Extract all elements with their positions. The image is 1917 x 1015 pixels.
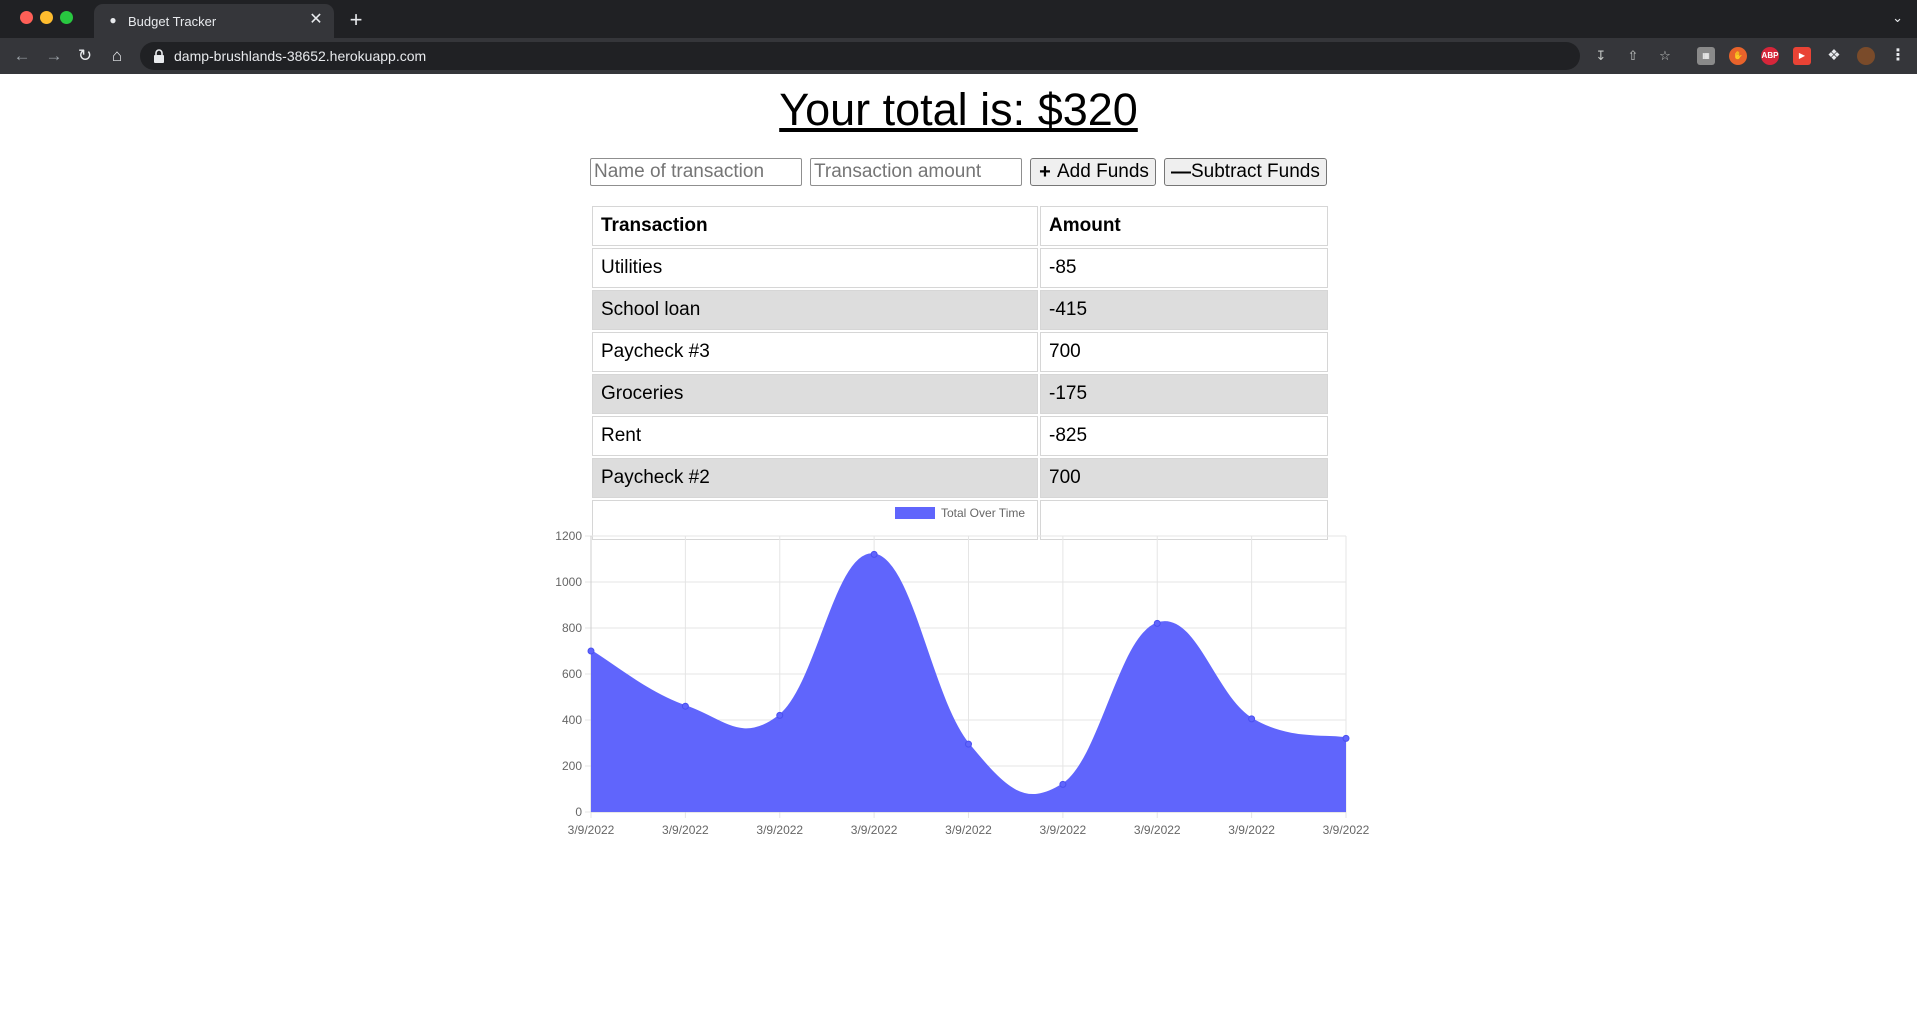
minimize-window-button[interactable] bbox=[40, 11, 53, 24]
transaction-amount-cell: -175 bbox=[1040, 374, 1328, 414]
tab-title: Budget Tracker bbox=[128, 14, 217, 29]
y-tick-label: 400 bbox=[562, 713, 582, 727]
profile-avatar-icon[interactable] bbox=[1857, 47, 1875, 65]
y-tick-label: 0 bbox=[575, 805, 582, 819]
y-tick-label: 600 bbox=[562, 667, 582, 681]
transaction-name-cell: Utilities bbox=[592, 248, 1038, 288]
browser-chrome: ● Budget Tracker ✕ + ⌄ ← → ↻ ⌂ damp-brus… bbox=[0, 0, 1917, 74]
transaction-name-cell: Paycheck #3 bbox=[592, 332, 1038, 372]
add-funds-label: Add Funds bbox=[1057, 161, 1149, 182]
tab-strip: ● Budget Tracker ✕ + ⌄ bbox=[0, 0, 1917, 38]
extension-video-icon[interactable]: ▶ bbox=[1793, 47, 1811, 65]
x-tick-label: 3/9/2022 bbox=[945, 823, 992, 837]
url-text: damp-brushlands-38652.herokuapp.com bbox=[174, 48, 427, 64]
table-row: School loan -415 bbox=[592, 290, 1328, 330]
maximize-window-button[interactable] bbox=[60, 11, 73, 24]
transaction-name-cell: Paycheck #2 bbox=[592, 458, 1038, 498]
transaction-name-cell: Groceries bbox=[592, 374, 1038, 414]
x-tick-label: 3/9/2022 bbox=[568, 823, 615, 837]
back-arrow-icon[interactable]: ← bbox=[10, 44, 34, 68]
table-row: Groceries -175 bbox=[592, 374, 1328, 414]
chart-svg: 0 200 400 600 800 1000 1200 3/9/2022 3/9/2022 3/9… bbox=[555, 506, 1370, 837]
transaction-name-cell: School loan bbox=[592, 290, 1038, 330]
x-tick-label: 3/9/2022 bbox=[1134, 823, 1181, 837]
legend-swatch bbox=[895, 507, 935, 519]
x-tick-label: 3/9/2022 bbox=[851, 823, 898, 837]
data-point bbox=[870, 550, 878, 558]
x-tick-label: 3/9/2022 bbox=[756, 823, 803, 837]
minus-icon: — bbox=[1171, 160, 1191, 183]
close-tab-icon[interactable]: ✕ bbox=[306, 10, 326, 30]
data-point bbox=[965, 740, 972, 748]
new-tab-icon[interactable]: + bbox=[344, 8, 368, 32]
address-bar[interactable]: damp-brushlands-38652.herokuapp.com ↧ ⇧ … bbox=[140, 42, 1671, 70]
transaction-amount-cell: -825 bbox=[1040, 416, 1328, 456]
y-tick-label: 200 bbox=[562, 759, 582, 773]
x-tick-label: 3/9/2022 bbox=[1323, 823, 1370, 837]
data-point bbox=[1248, 715, 1256, 723]
transaction-amount-cell: 700 bbox=[1040, 332, 1328, 372]
transactions-table: Transaction Amount Utilities -85 School … bbox=[590, 204, 1330, 542]
table-row: Paycheck #2 700 bbox=[592, 458, 1328, 498]
data-point bbox=[1153, 619, 1161, 627]
data-point bbox=[1059, 780, 1067, 788]
transaction-form: + Add Funds — Subtract Funds bbox=[590, 158, 1330, 188]
total-heading: Your total is: $320 bbox=[779, 84, 1138, 135]
total-over-time-chart: 0 200 400 600 800 1000 1200 3/9/2022 3/9/2022 3/9… bbox=[540, 501, 1380, 891]
share-icon[interactable]: ⇧ bbox=[1624, 47, 1642, 65]
data-point bbox=[587, 647, 595, 655]
table-header-row: Transaction Amount bbox=[592, 206, 1328, 246]
add-funds-button[interactable]: + Add Funds bbox=[1030, 158, 1156, 186]
budget-tracker-page: Your total is: $320 + Add Funds — Subtra… bbox=[0, 74, 1917, 1015]
x-tick-label: 3/9/2022 bbox=[1228, 823, 1275, 837]
y-tick-label: 800 bbox=[562, 621, 582, 635]
data-point bbox=[776, 711, 784, 719]
transaction-amount-cell: 700 bbox=[1040, 458, 1328, 498]
table-row: Paycheck #3 700 bbox=[592, 332, 1328, 372]
subtract-funds-button[interactable]: — Subtract Funds bbox=[1164, 158, 1327, 186]
browser-toolbar: ← → ↻ ⌂ damp-brushlands-38652.herokuapp.… bbox=[0, 38, 1917, 74]
bookmark-star-icon[interactable]: ☆ bbox=[1656, 47, 1674, 65]
money-bag-icon: ● bbox=[109, 13, 117, 27]
transaction-name-cell: Rent bbox=[592, 416, 1038, 456]
transaction-amount-cell: -85 bbox=[1040, 248, 1328, 288]
tab-budget-tracker[interactable]: ● Budget Tracker ✕ bbox=[94, 4, 334, 38]
extensions-puzzle-icon[interactable]: ❖ bbox=[1825, 47, 1843, 65]
plus-icon: + bbox=[1039, 160, 1051, 183]
install-app-icon[interactable]: ↧ bbox=[1592, 47, 1610, 65]
transaction-name-input[interactable] bbox=[590, 158, 802, 186]
tab-search-chevron-icon[interactable]: ⌄ bbox=[1892, 10, 1903, 26]
data-point bbox=[681, 702, 689, 710]
forward-arrow-icon[interactable]: → bbox=[42, 44, 66, 68]
extension-hand-icon[interactable]: ✋ bbox=[1729, 47, 1747, 65]
data-point bbox=[1342, 734, 1350, 742]
lock-icon bbox=[154, 49, 164, 63]
table-row: Rent -825 bbox=[592, 416, 1328, 456]
adblock-plus-icon[interactable]: ABP bbox=[1761, 47, 1779, 65]
close-window-button[interactable] bbox=[20, 11, 33, 24]
subtract-funds-label: Subtract Funds bbox=[1191, 161, 1320, 182]
browser-menu-icon[interactable]: ⋮ bbox=[1889, 47, 1907, 65]
extension-tile-icon[interactable]: ▦ bbox=[1697, 47, 1715, 65]
column-header-transaction: Transaction bbox=[592, 206, 1038, 246]
table-row: Utilities -85 bbox=[592, 248, 1328, 288]
y-tick-label: 1200 bbox=[555, 529, 582, 543]
column-header-amount: Amount bbox=[1040, 206, 1328, 246]
x-tick-label: 3/9/2022 bbox=[1040, 823, 1087, 837]
y-tick-label: 1000 bbox=[555, 575, 582, 589]
reload-icon[interactable]: ↻ bbox=[73, 44, 97, 68]
legend-label: Total Over Time bbox=[941, 506, 1025, 520]
x-tick-label: 3/9/2022 bbox=[662, 823, 709, 837]
home-icon[interactable]: ⌂ bbox=[105, 44, 129, 68]
transaction-amount-input[interactable] bbox=[810, 158, 1022, 186]
transaction-amount-cell: -415 bbox=[1040, 290, 1328, 330]
